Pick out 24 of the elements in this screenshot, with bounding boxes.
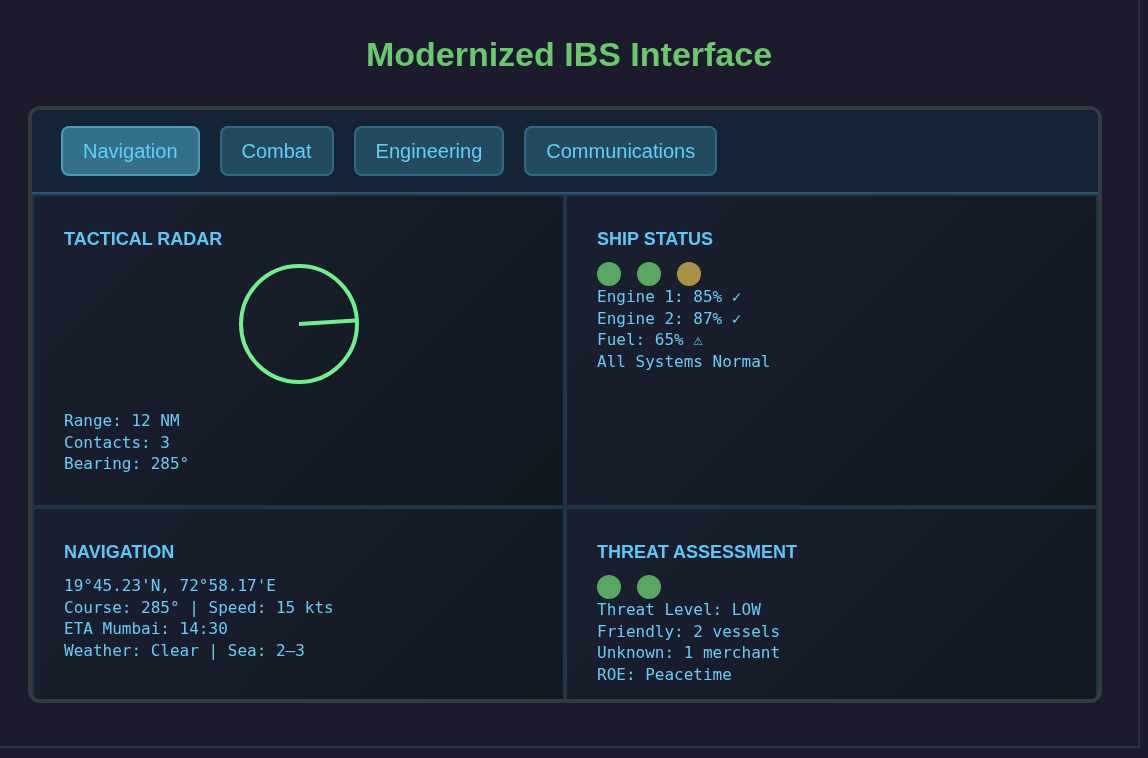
readout-text: ETA Mumbai: 14:30 xyxy=(64,618,228,640)
panel-title: THREAT ASSESSMENT xyxy=(597,541,798,563)
readout-text: Engine 2: 87% ✓ xyxy=(597,307,742,330)
readout-text: 19°45.23'N, 72°58.17'E xyxy=(64,575,276,597)
panel-title: SHIP STATUS xyxy=(597,228,714,250)
readout-text: ROE: Peacetime xyxy=(597,663,732,686)
tab[interactable]: Combat xyxy=(219,126,334,176)
readout-text: Friendly: 2 vessels xyxy=(597,620,781,643)
readout-text: Weather: Clear | Sea: 2–3 xyxy=(64,639,305,662)
readout-text: Course: 285° | Speed: 15 kts xyxy=(64,596,334,619)
panel-title: NAVIGATION xyxy=(64,541,176,563)
readout-text: Fuel: 65% ⚠ xyxy=(597,329,703,351)
readout-text: All Systems Normal xyxy=(597,350,771,373)
panel-title: TACTICAL RADAR xyxy=(64,228,224,250)
readout-text: Range: 12 NM xyxy=(64,410,180,432)
tab[interactable]: Engineering xyxy=(353,126,505,176)
readout-text: Engine 1: 85% ✓ xyxy=(597,286,742,308)
tab[interactable]: Communications xyxy=(524,126,718,176)
tab[interactable]: Navigation xyxy=(61,126,200,176)
page-title: Modernized IBS Interface xyxy=(364,34,774,75)
readout-text: Bearing: 285° xyxy=(64,453,190,475)
readout-text: Contacts: 3 xyxy=(64,431,170,454)
readout-text: Threat Level: LOW xyxy=(597,599,761,621)
readout-text: Unknown: 1 merchant xyxy=(597,642,781,664)
